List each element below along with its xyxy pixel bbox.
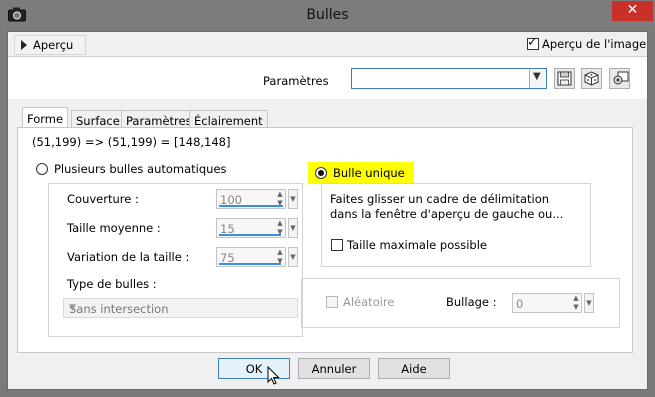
preset-options-icon — [613, 71, 629, 85]
close-icon: ✕ — [626, 2, 639, 18]
coverage-label: Couverture : — [67, 192, 139, 206]
forme-tab-panel: (51,199) => (51,199) = [148,148] Plusieu… — [17, 127, 633, 353]
help-label: Aide — [401, 362, 427, 376]
save-preset-button[interactable] — [554, 68, 575, 89]
tab-label: Éclairement — [194, 114, 263, 128]
spin-up-icon[interactable]: ▲ — [275, 219, 285, 228]
single-bubble-group: Faites glisser un cadre de délimitation … — [321, 183, 591, 267]
chevron-down-icon: ▼ — [533, 71, 541, 82]
cancel-label: Annuler — [311, 362, 357, 376]
randomize-button[interactable] — [581, 68, 602, 89]
bubbling-label: Bullage : — [446, 295, 497, 309]
preview-image-label: Aperçu de l'image — [542, 37, 647, 51]
variation-dropdown[interactable]: ▼ — [288, 247, 298, 267]
size-spinner[interactable]: 15 ▲ ▼ ▼ — [216, 218, 298, 239]
spin-up-icon[interactable]: ▲ — [275, 248, 285, 257]
cancel-button[interactable]: Annuler — [298, 358, 370, 379]
expand-triangle-icon — [21, 40, 27, 50]
dialog-window: Bulles ✕ Aperçu ✓ Aperçu de l'image Para… — [0, 0, 655, 397]
presets-dropdown-button[interactable]: ▼ — [529, 69, 546, 88]
multiple-bubbles-radio[interactable] — [36, 163, 48, 175]
single-bubble-hint: Faites glisser un cadre de délimitation … — [330, 192, 564, 221]
checkmark-icon: ✓ — [527, 35, 538, 50]
presets-combo[interactable]: ▼ — [351, 68, 547, 89]
spin-down-icon[interactable]: ▼ — [571, 303, 581, 312]
single-bubble-radio[interactable] — [315, 167, 327, 179]
size-label: Taille moyenne : — [67, 221, 161, 235]
ok-label: OK — [245, 362, 263, 376]
variation-bar — [219, 263, 281, 265]
size-dropdown[interactable]: ▼ — [288, 218, 298, 238]
toggle-preview-button[interactable]: Aperçu — [14, 35, 86, 55]
size-bar — [219, 234, 281, 236]
variation-label: Variation de la taille : — [67, 250, 190, 264]
bubbling-spinner[interactable]: 0 ▲ ▼ ▼ — [512, 293, 594, 314]
single-bubble-label: Bulle unique — [333, 166, 405, 180]
presets-label: Paramètres — [263, 74, 329, 88]
spin-up-icon[interactable]: ▲ — [571, 294, 581, 303]
max-size-label: Taille maximale possible — [347, 238, 487, 252]
window-title: Bulles — [306, 7, 349, 23]
presets-area: Paramètres ▼ — [8, 57, 647, 99]
preview-bar: Aperçu ✓ Aperçu de l'image — [8, 32, 647, 57]
save-preset-icon — [557, 71, 572, 86]
spin-up-icon[interactable]: ▲ — [275, 190, 285, 199]
radio-dot-icon — [318, 170, 324, 176]
tab-label: Forme — [27, 112, 64, 126]
max-size-checkbox[interactable] — [331, 239, 343, 251]
coverage-spinner[interactable]: 100 ▲ ▼ ▼ — [216, 189, 298, 210]
tab-label: Paramètres — [126, 114, 192, 128]
spin-down-icon[interactable]: ▼ — [275, 257, 285, 266]
coordinates-readout: (51,199) => (51,199) = [148,148] — [32, 135, 231, 149]
preview-image-checkbox[interactable]: ✓ — [527, 35, 539, 50]
randomize-icon — [584, 71, 599, 86]
help-button[interactable]: Aide — [378, 358, 450, 379]
preset-options-button[interactable] — [609, 68, 630, 89]
tab-forme[interactable]: Forme — [22, 107, 69, 129]
spin-down-icon[interactable]: ▼ — [275, 199, 285, 208]
bubble-type-select[interactable]: Sans intersection ▼ — [63, 298, 298, 318]
mouse-cursor-icon — [267, 366, 280, 385]
multiple-bubbles-label: Plusieurs bulles automatiques — [54, 162, 227, 176]
close-button[interactable]: ✕ — [612, 1, 653, 21]
random-label: Aléatoire — [343, 295, 395, 309]
chevron-down-icon: ▼ — [69, 303, 76, 313]
title-bar[interactable]: Bulles ✕ — [0, 0, 655, 31]
random-checkbox[interactable] — [326, 296, 338, 308]
spin-down-icon[interactable]: ▼ — [275, 228, 285, 237]
tab-label: Surface — [76, 114, 120, 128]
bubbling-dropdown[interactable]: ▼ — [584, 293, 594, 313]
dialog-client: Aperçu ✓ Aperçu de l'image Paramètres ▼ … — [7, 31, 648, 390]
coverage-dropdown[interactable]: ▼ — [288, 189, 298, 209]
coverage-bar — [219, 205, 283, 207]
variation-spinner[interactable]: 75 ▲ ▼ ▼ — [216, 247, 298, 268]
bubble-type-label: Type de bulles : — [67, 277, 157, 291]
toggle-preview-label: Aperçu — [33, 38, 74, 52]
bubbling-value: 0 — [516, 297, 524, 311]
